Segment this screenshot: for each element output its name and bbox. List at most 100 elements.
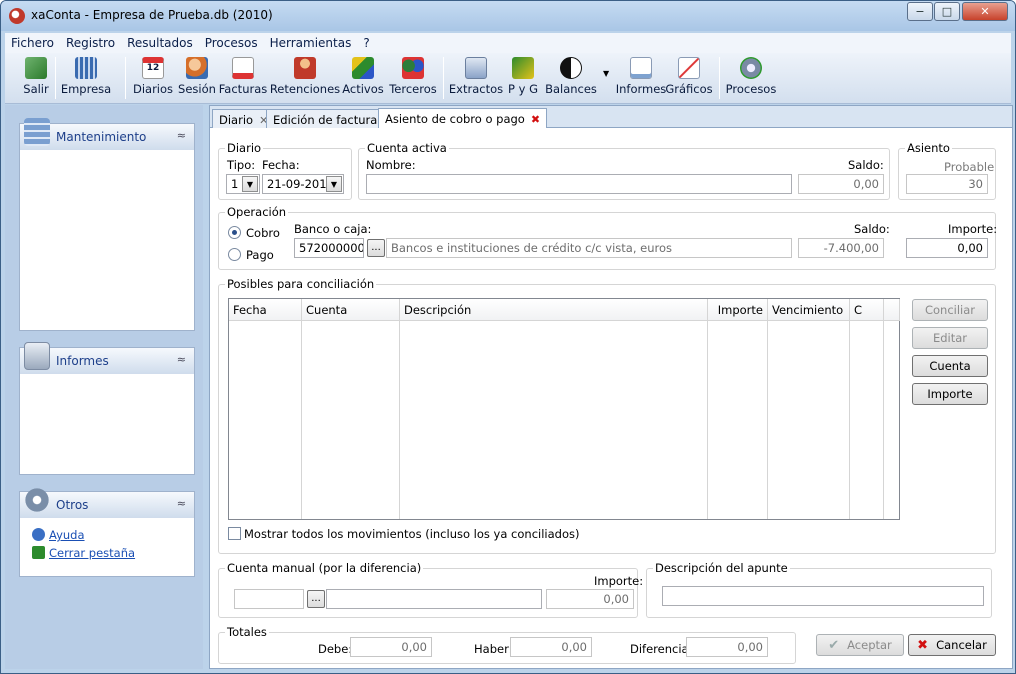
cancelar-label: Cancelar (936, 638, 987, 652)
cuenta-manual-description-field[interactable] (326, 589, 542, 609)
close-window-button[interactable]: ✕ (962, 2, 1008, 21)
toolbar: Salir Empresa 12 Diarios Sesión Facturas… (5, 53, 1011, 104)
salir-button[interactable]: Salir (19, 57, 53, 101)
collapse-chevron-icon[interactable]: ≈ (177, 497, 186, 510)
saldo-label: Saldo: (848, 158, 884, 172)
extract-icon (465, 57, 487, 79)
balances-dropdown-arrow[interactable]: ▼ (603, 69, 609, 78)
menu-registro[interactable]: Registro (60, 36, 121, 50)
cobro-label[interactable]: Cobro (246, 226, 280, 240)
terceros-button[interactable]: Terceros (389, 57, 437, 101)
toolbar-separator (443, 57, 444, 99)
grid-column-line (229, 321, 302, 519)
col-fecha[interactable]: Fecha (229, 299, 302, 321)
conciliacion-grid[interactable]: Fecha Cuenta Descripción Importe Vencimi… (228, 298, 900, 520)
mostrar-todos-label[interactable]: Mostrar todos los movimientos (incluso l… (244, 527, 579, 541)
banco-lookup-button[interactable]: ... (367, 239, 385, 257)
menu-help[interactable]: ? (357, 36, 375, 50)
grid-column-line (768, 321, 850, 519)
group-cuenta-manual-legend: Cuenta manual (por la diferencia) (225, 561, 424, 575)
col-filler (884, 299, 900, 321)
panel-otros-header[interactable]: Otros ≈ (20, 486, 194, 518)
fecha-label: Fecha: (262, 158, 300, 172)
extractos-button[interactable]: Extractos (448, 57, 504, 101)
diarios-button[interactable]: 12 Diarios (133, 57, 173, 101)
haber-label: Haber: (474, 642, 513, 656)
haber-field: 0,00 (510, 637, 592, 657)
tab-asiento-label: Asiento de cobro o pago (385, 112, 525, 126)
tipo-select[interactable]: 1 ▼ (226, 174, 260, 194)
group-descripcion-apunte-legend: Descripción del apunte (653, 561, 790, 575)
facturas-button[interactable]: Facturas (219, 57, 267, 101)
sesion-button[interactable]: Sesión (177, 57, 217, 101)
fecha-field[interactable]: 21-09-2010 ▼ (262, 174, 344, 194)
aceptar-button[interactable]: ✔ Aceptar (816, 634, 904, 656)
salir-label: Salir (23, 82, 49, 96)
chevron-down-icon[interactable]: ▼ (326, 176, 342, 192)
balances-label: Balances (545, 82, 597, 96)
descripcion-apunte-field[interactable] (662, 586, 984, 606)
database-icon (24, 118, 50, 146)
panel-informes-header[interactable]: Informes ≈ (20, 342, 194, 374)
banco-description-field: Bancos e instituciones de crédito c/c vi… (386, 238, 792, 258)
menu-fichero[interactable]: Fichero (5, 36, 60, 50)
menu-procesos[interactable]: Procesos (199, 36, 264, 50)
procesos-button[interactable]: Procesos (726, 57, 776, 101)
cuenta-manual-code-field[interactable] (234, 589, 304, 609)
col-vencimiento[interactable]: Vencimiento (768, 299, 850, 321)
balances-button[interactable]: Balances (545, 57, 597, 101)
collapse-chevron-icon[interactable]: ≈ (177, 353, 186, 366)
sidebar: Mantenimiento ≈ Informes ≈ Otros ≈ Ayuda… (5, 105, 203, 669)
tab-edicion-factura-label: Edición de factura (273, 113, 378, 127)
asiento-form: Diario TTipo: Fecha: 1 ▼ 21-09-2010 ▼ Cu… (210, 128, 1012, 668)
cancelar-button[interactable]: ✖ Cancelar (908, 634, 996, 656)
people-icon (402, 57, 424, 79)
nombre-field[interactable] (366, 174, 792, 194)
retenciones-button[interactable]: Retenciones (270, 57, 340, 101)
pago-label[interactable]: Pago (246, 248, 274, 262)
panel-informes-title: Informes (56, 354, 109, 368)
activos-button[interactable]: Activos (342, 57, 384, 101)
saldo-banco-field: -7.400,00 (798, 238, 884, 258)
menu-herramientas[interactable]: Herramientas (264, 36, 358, 50)
conciliar-button[interactable]: Conciliar (912, 299, 988, 321)
empresa-button[interactable]: Empresa (61, 57, 111, 101)
pago-radio[interactable] (228, 248, 241, 261)
toolbar-separator (719, 57, 720, 99)
extractos-label: Extractos (448, 82, 504, 96)
panel-mantenimiento-header[interactable]: Mantenimiento ≈ (20, 118, 194, 150)
banco-code-field[interactable]: 5720000000 (294, 238, 364, 258)
yin-yang-icon (560, 57, 582, 79)
col-cuenta[interactable]: Cuenta (302, 299, 400, 321)
col-c[interactable]: C (850, 299, 884, 321)
ayuda-label: Ayuda (49, 528, 85, 542)
mostrar-todos-checkbox[interactable] (228, 527, 241, 540)
chevron-down-icon[interactable]: ▼ (242, 176, 258, 192)
sesion-label: Sesión (178, 82, 216, 96)
graficos-button[interactable]: Gráficos (665, 57, 713, 101)
importe-field[interactable]: 0,00 (906, 238, 988, 258)
importe-manual-field: 0,00 (546, 589, 634, 609)
informes-label: Informes (615, 82, 667, 96)
tab-asiento-cobro-pago[interactable]: Asiento de cobro o pago ✖ (378, 108, 548, 128)
col-descripcion[interactable]: Descripción (400, 299, 708, 321)
panel-mantenimiento: Mantenimiento ≈ (19, 118, 195, 331)
tipo-value: 1 (231, 177, 239, 191)
cerrar-pestana-link[interactable]: Cerrar pestaña (32, 546, 135, 560)
importe-button[interactable]: Importe (912, 383, 988, 405)
editar-button[interactable]: Editar (912, 327, 988, 349)
cuenta-manual-lookup-button[interactable]: ... (307, 590, 325, 608)
user-clock-icon (186, 57, 208, 79)
pyg-button[interactable]: P y G (505, 57, 541, 101)
ayuda-link[interactable]: Ayuda (32, 528, 85, 542)
col-importe[interactable]: Importe (708, 299, 768, 321)
collapse-chevron-icon[interactable]: ≈ (177, 129, 186, 142)
cuenta-button[interactable]: Cuenta (912, 355, 988, 377)
minimize-button[interactable]: − (907, 2, 933, 21)
cobro-radio[interactable] (228, 226, 241, 239)
menu-resultados[interactable]: Resultados (121, 36, 199, 50)
informes-button[interactable]: Informes (616, 57, 666, 101)
maximize-button[interactable]: □ (934, 2, 960, 21)
diferencia-field: 0,00 (686, 637, 768, 657)
close-icon[interactable]: ✖ (531, 113, 540, 126)
